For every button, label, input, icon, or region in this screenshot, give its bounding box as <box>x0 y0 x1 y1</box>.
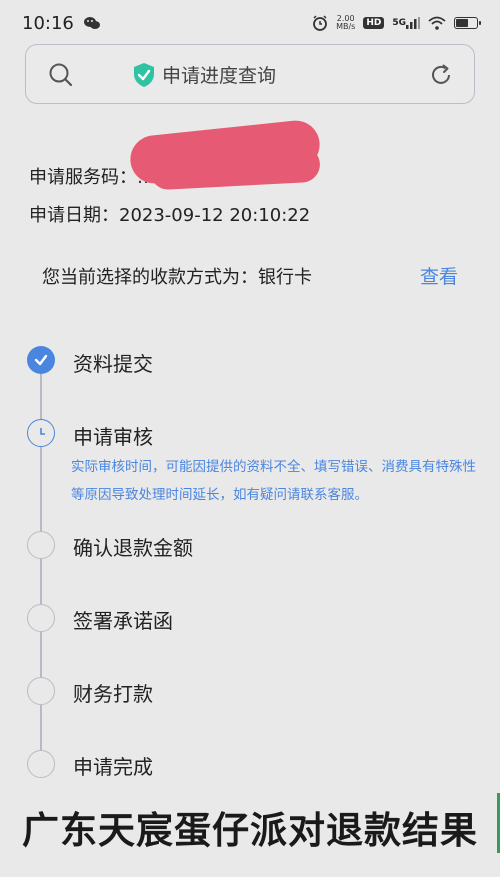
step-node-done <box>27 346 55 374</box>
signal-icon: 5G <box>392 17 420 29</box>
refresh-icon[interactable] <box>428 62 454 92</box>
clock: 10:16 <box>22 12 74 34</box>
search-bar[interactable]: 申请进度查询 <box>25 44 475 104</box>
search-icon[interactable] <box>48 62 74 92</box>
step-node-pending <box>27 750 55 778</box>
service-code-label: 申请服务码： <box>29 167 137 188</box>
step-label: 签署承诺函 <box>73 609 173 633</box>
status-left: 10:16 <box>22 13 100 34</box>
step-node-pending <box>27 604 55 632</box>
step-label: 资料提交 <box>73 352 153 376</box>
wifi-icon <box>428 16 446 30</box>
step-node-pending <box>27 531 55 559</box>
step-node-pending <box>27 677 55 705</box>
step-label: 确认退款金额 <box>73 536 193 560</box>
net-speed: 2.00 MB/s <box>336 15 355 31</box>
step-label: 申请审核 <box>73 425 153 449</box>
signal-label: 5G <box>392 18 406 28</box>
step-label: 财务打款 <box>73 682 153 706</box>
battery-fill <box>456 19 468 27</box>
caption-overlay: 广东天宸蛋仔派对退款结果 <box>22 809 478 852</box>
step-node-current <box>27 419 55 447</box>
clock-icon <box>40 428 45 435</box>
alarm-icon <box>312 15 328 31</box>
redaction-mark-lower <box>149 145 321 191</box>
shield-check-icon <box>132 62 156 92</box>
application-date: 申请日期：2023-09-12 20:10:22 <box>29 205 311 226</box>
net-speed-unit: MB/s <box>336 22 356 31</box>
battery-icon <box>454 17 481 29</box>
status-bar: 10:16 2.00 MB/s HD 5G <box>0 0 500 46</box>
payment-method-text: 您当前选择的收款方式为：银行卡 <box>42 267 312 288</box>
step-label: 申请完成 <box>73 755 153 779</box>
page-title: 申请进度查询 <box>162 65 277 87</box>
view-link[interactable]: 查看 <box>420 262 458 289</box>
status-right: 2.00 MB/s HD 5G <box>312 15 481 31</box>
review-note: 实际审核时间，可能因提供的资料不全、填写错误、消费具有特殊性等原因导致处理时间延… <box>71 459 476 503</box>
check-icon <box>34 354 48 366</box>
hd-badge: HD <box>363 17 385 29</box>
wechat-icon <box>83 16 100 30</box>
